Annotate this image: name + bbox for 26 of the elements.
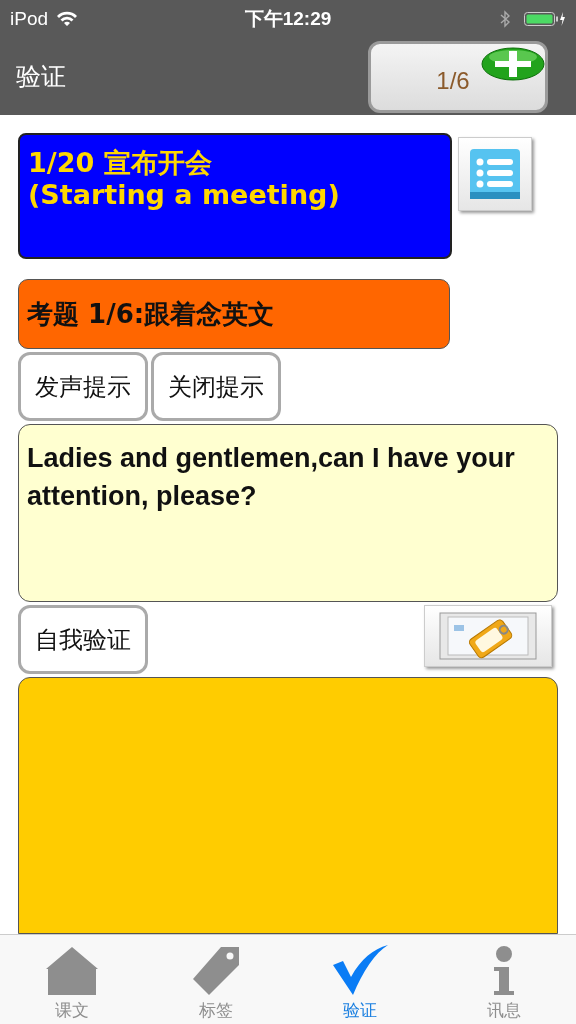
question-label: 考题 1/6:跟着念英文 [18,279,450,349]
checkmark-icon [331,943,389,997]
house-icon [44,945,100,997]
self-check-button[interactable]: 自我验证 [18,605,148,674]
tab-item[interactable]: 标签 [144,935,288,1024]
tag-button[interactable] [424,605,552,667]
lesson-list-button[interactable] [458,137,532,211]
tab-item[interactable]: 课文 [0,935,144,1024]
lesson-title: 1/20 宣布开会 [28,147,213,179]
plus-icon [481,45,545,82]
lesson-subtitle: (Starting a meeting) [28,179,341,211]
screen-title: 验证 [16,61,66,93]
tag-card-icon [438,611,538,661]
bluetooth-icon [500,10,510,28]
tag-icon [191,945,241,997]
tab-item[interactable]: 讯息 [432,935,576,1024]
carrier-name: iPod [10,8,49,30]
status-time: 下午12:29 [244,7,332,31]
add-card-button[interactable]: 1/6 [368,40,548,113]
hint-button[interactable]: 关闭提示 [151,352,281,421]
hint-button[interactable]: 发声提示 [18,352,148,421]
list-icon [469,148,521,200]
sentence-text: Ladies and gentlemen,can I have your attention, please? [18,424,558,602]
wifi-icon [56,11,79,27]
tab-item[interactable]: 验证 [288,935,432,1024]
battery-icon [524,11,566,27]
